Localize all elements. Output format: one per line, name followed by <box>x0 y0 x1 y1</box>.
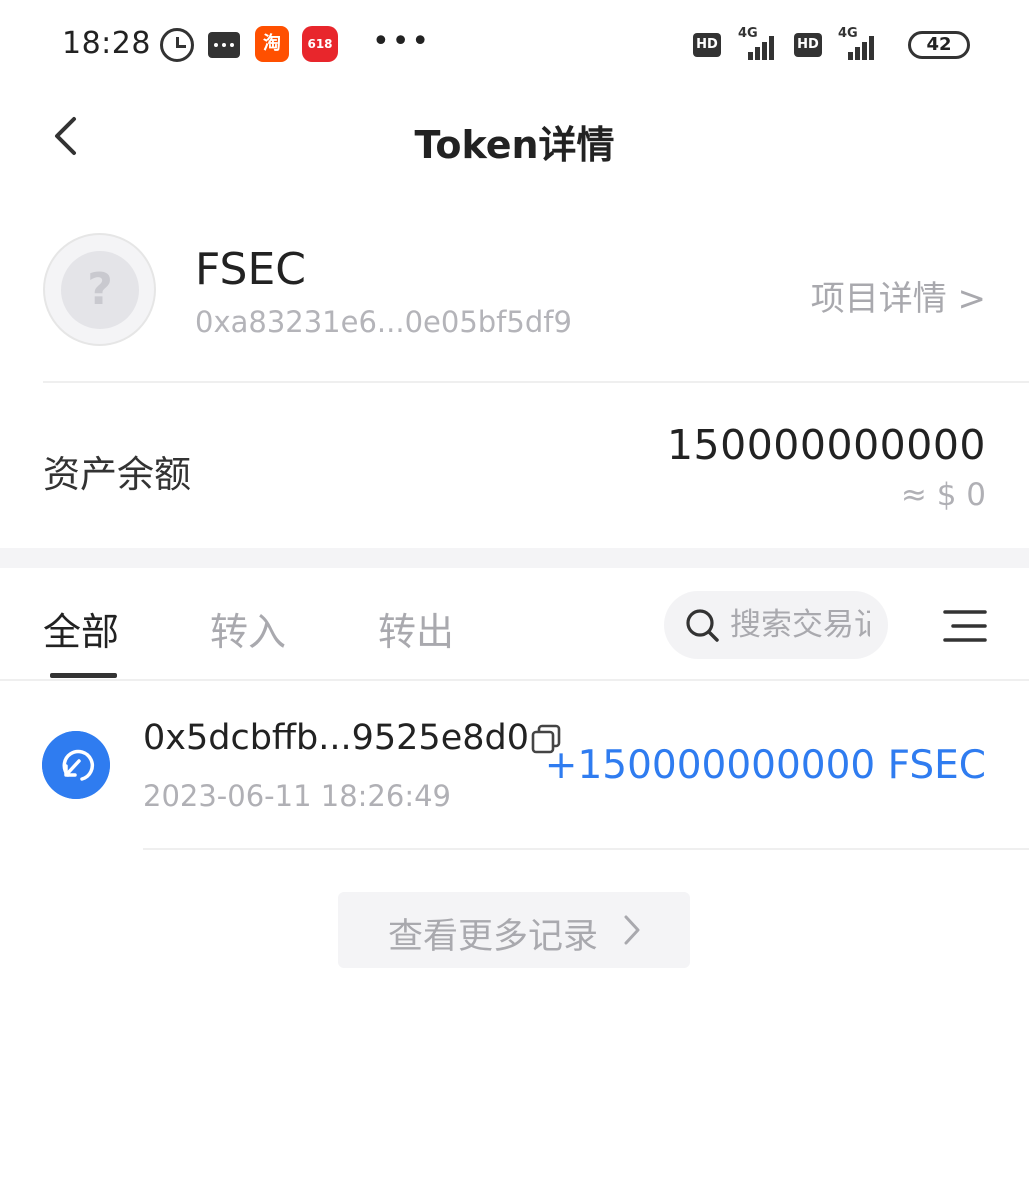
project-details-link[interactable]: 项目详情 > <box>811 271 986 320</box>
filter-menu-icon[interactable] <box>943 609 987 643</box>
active-tab-indicator <box>50 673 117 678</box>
message-icon <box>208 32 240 58</box>
transaction-date: 2023-06-11 18:26:49 <box>143 779 451 813</box>
hd-icon: HD <box>693 33 721 57</box>
view-more-records-button[interactable]: 查看更多记录 <box>338 892 690 968</box>
balance-label: 资产余额 <box>43 453 191 496</box>
transaction-hash: 0x5dcbffb...9525e8d0 <box>143 718 529 758</box>
search-input[interactable] <box>730 591 870 659</box>
divider <box>0 679 1029 681</box>
signal-icon: 4G <box>838 26 878 60</box>
status-time: 18:28 <box>62 26 151 61</box>
token-avatar: ? <box>43 233 156 346</box>
transaction-amount: +150000000000 FSEC <box>544 743 986 788</box>
more-notifications-icon: ••• <box>372 24 432 59</box>
incoming-transfer-icon <box>42 731 110 799</box>
tab-all[interactable]: 全部 <box>43 601 119 656</box>
signal-icon: 4G <box>738 26 778 60</box>
header: Token详情 <box>0 100 1029 175</box>
unknown-token-icon: ? <box>61 251 139 329</box>
section-separator <box>0 548 1029 568</box>
page-title: Token详情 <box>414 123 615 167</box>
divider <box>43 381 1029 383</box>
promo-app-icon: 618 <box>302 26 338 62</box>
tab-outgoing[interactable]: 转出 <box>378 601 454 656</box>
alarm-icon <box>160 28 194 62</box>
status-bar: 18:28 淘 618 ••• HD 4G HD 4G 42 <box>0 0 1029 90</box>
search-box[interactable] <box>664 591 888 659</box>
balance-value: 150000000000 <box>666 421 986 469</box>
hd-icon: HD <box>794 33 822 57</box>
view-more-label: 查看更多记录 <box>388 917 599 957</box>
balance-usd-value: ≈ $ 0 <box>900 477 986 513</box>
token-symbol: FSEC <box>195 244 306 295</box>
tab-incoming[interactable]: 转入 <box>210 601 286 656</box>
chevron-right-icon <box>624 915 640 945</box>
token-contract-address[interactable]: 0xa83231e6...0e05bf5df9 <box>195 305 572 339</box>
divider <box>143 848 1029 850</box>
battery-icon: 42 <box>908 31 970 59</box>
taobao-app-icon: 淘 <box>255 26 289 62</box>
search-icon <box>686 609 719 642</box>
